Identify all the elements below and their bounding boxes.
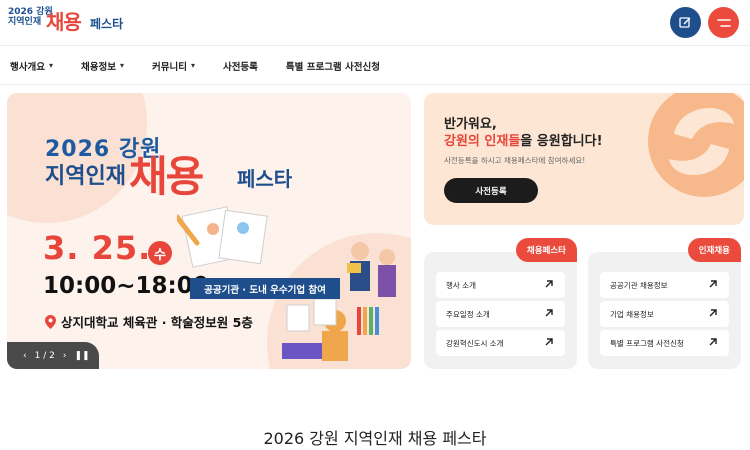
link-company-jobs[interactable]: 기업 채용정보 xyxy=(600,301,729,327)
chevron-down-icon: ▾ xyxy=(119,61,124,70)
nav-label: 커뮤니티 xyxy=(151,61,187,73)
banner-big-word: 채용 xyxy=(129,152,204,201)
logo-suffix-text: 페스타 xyxy=(90,17,124,31)
link-label: 공공기관 채용정보 xyxy=(610,280,668,290)
banner-fest: 페스타 xyxy=(237,167,293,191)
link-public-jobs[interactable]: 공공기관 채용정보 xyxy=(600,272,729,298)
link-special-program[interactable]: 특별 프로그램 사전신청 xyxy=(600,330,729,356)
carousel-controls: ‹ 1 / 2 › ❚❚ xyxy=(7,342,99,369)
link-label: 주요일정 소개 xyxy=(446,309,490,319)
prev-arrow-icon[interactable]: ‹ xyxy=(23,351,27,361)
banner-participants-tag: 공공기관 · 도내 우수기업 참여 xyxy=(190,278,340,299)
arrow-up-right-icon xyxy=(545,309,553,317)
location-pin-icon xyxy=(45,314,56,329)
banner-time: 10:00~18:00 xyxy=(43,273,209,299)
nav-item-community[interactable]: 커뮤니티 ▾ xyxy=(152,59,195,73)
welcome-headline: 강원의 인재들을 응원합니다! xyxy=(444,130,603,149)
banner-date: 3. 25. xyxy=(43,229,152,267)
pause-icon[interactable]: ❚❚ xyxy=(74,351,89,361)
hero-banner[interactable]: 2026 강원 지역인재 채용 페스타 3. 25. 수 10:00~18:00… xyxy=(7,93,411,369)
chevron-down-icon: ▾ xyxy=(48,61,53,70)
nav-item-preregister[interactable]: 사전등록 xyxy=(223,59,258,73)
edit-button[interactable] xyxy=(670,7,701,38)
jobs-links-card: 인재채용 공공기관 채용정보 기업 채용정보 특별 프로그램 사전신청 xyxy=(588,238,741,369)
link-schedule[interactable]: 주요일정 소개 xyxy=(436,301,565,327)
nav-item-special-program[interactable]: 특별 프로그램 사전신청 xyxy=(286,59,380,73)
nav-label: 사전등록 xyxy=(222,61,258,73)
arrow-up-right-icon xyxy=(545,280,553,288)
welcome-accent: 강원의 인재들 xyxy=(444,134,521,149)
arrow-up-right-icon xyxy=(709,280,717,288)
main-nav: 행사개요 ▾ 채용정보 ▾ 커뮤니티 ▾ 사전등록 특별 프로그램 사전신청 xyxy=(0,47,750,85)
arrow-up-right-icon xyxy=(545,338,553,346)
festa-card-tag: 채용페스타 xyxy=(515,238,577,262)
link-event-intro[interactable]: 행사 소개 xyxy=(436,272,565,298)
nav-label: 특별 프로그램 사전신청 xyxy=(285,61,380,73)
arrow-up-right-icon xyxy=(709,309,717,317)
nav-item-overview[interactable]: 행사개요 ▾ xyxy=(10,59,53,73)
edit-icon xyxy=(679,17,691,28)
link-label: 강원혁신도시 소개 xyxy=(446,338,504,348)
nav-label: 행사개요 xyxy=(10,61,45,73)
menu-button[interactable] xyxy=(708,7,739,38)
jobs-card-tag: 인재채용 xyxy=(687,238,741,262)
site-header: 2026 강원 지역인재 채용 페스타 xyxy=(0,0,750,46)
welcome-rest: 을 응원합니다! xyxy=(520,134,603,149)
next-arrow-icon[interactable]: › xyxy=(63,351,67,361)
arrow-up-right-icon xyxy=(709,338,717,346)
link-label: 특별 프로그램 사전신청 xyxy=(610,338,684,348)
hamburger-icon xyxy=(716,18,731,27)
carousel-pager: 1 / 2 xyxy=(34,350,55,361)
banner-place: 상지대학교 체육관 · 학술정보원 5층 xyxy=(45,312,253,331)
banner-day-badge: 수 xyxy=(148,241,172,265)
welcome-description: 사전등록을 하시고 채용페스타에 참여하세요! xyxy=(444,156,586,165)
festa-links-card: 채용페스타 행사 소개 주요일정 소개 강원혁신도시 소개 xyxy=(424,238,577,369)
banner-place-text: 상지대학교 체육관 · 학술정보원 5층 xyxy=(61,315,253,330)
welcome-card: 반가워요, 강원의 인재들을 응원합니다! 사전등록을 하시고 채용페스타에 참… xyxy=(424,93,744,225)
brand-swirl-decoration xyxy=(648,93,744,197)
section-title: 2026 강원 지역인재 채용 페스타 xyxy=(263,429,487,448)
link-innovation-city[interactable]: 강원혁신도시 소개 xyxy=(436,330,565,356)
site-logo[interactable]: 2026 강원 지역인재 채용 페스타 xyxy=(8,5,148,41)
link-label: 행사 소개 xyxy=(446,280,476,290)
nav-item-jobs[interactable]: 채용정보 ▾ xyxy=(81,59,124,73)
nav-label: 채용정보 xyxy=(80,61,116,73)
link-label: 기업 채용정보 xyxy=(610,309,654,319)
chevron-down-icon: ▾ xyxy=(190,61,195,70)
preregister-button[interactable]: 사전등록 xyxy=(444,178,538,203)
logo-big-text: 채용 xyxy=(46,10,82,34)
banner-subtitle: 지역인재 xyxy=(45,164,126,189)
